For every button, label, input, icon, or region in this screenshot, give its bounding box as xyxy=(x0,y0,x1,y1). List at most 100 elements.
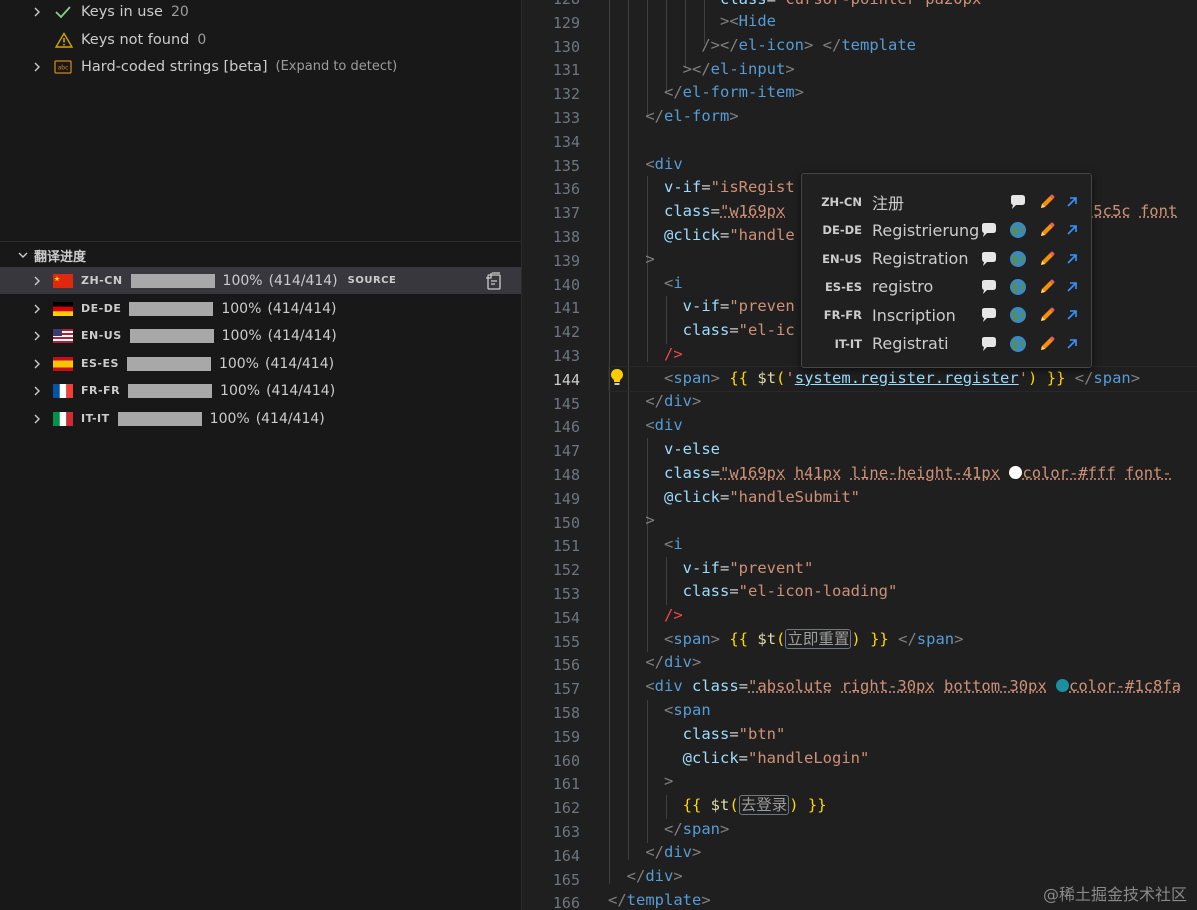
tree-item-count: 20 xyxy=(170,3,189,20)
translation-hover-popup[interactable]: ZH-CN 注册 DE-DE Registrierung EN-US Registrati… xyxy=(801,173,1092,368)
code-line: </div> xyxy=(645,653,702,671)
pencil-icon[interactable] xyxy=(1038,306,1056,324)
popup-translation: Inscription xyxy=(872,305,956,325)
code-line: class="btn" xyxy=(682,725,786,743)
chevron-right-icon[interactable] xyxy=(30,329,44,343)
open-link-icon[interactable] xyxy=(1063,221,1081,239)
line-number: 130 xyxy=(552,37,580,56)
pencil-icon[interactable] xyxy=(1038,221,1056,239)
code-line: </div> xyxy=(626,867,683,885)
line-number: 164 xyxy=(552,846,580,865)
open-link-icon[interactable] xyxy=(1063,250,1081,268)
open-link-icon[interactable] xyxy=(1063,193,1081,211)
chevron-right-icon[interactable] xyxy=(30,274,44,288)
line-number: 159 xyxy=(552,727,580,746)
lang-row-es-es[interactable]: ES-ES 100% (414/414) xyxy=(0,350,521,377)
lang-row-it-it[interactable]: IT-IT 100% (414/414) xyxy=(0,405,521,432)
lang-code: FR-FR xyxy=(81,384,121,397)
comment-icon[interactable] xyxy=(980,221,998,239)
globe-icon[interactable] xyxy=(1009,250,1027,268)
popup-row-de-de: DE-DE Registrierung xyxy=(802,216,1091,244)
globe-icon[interactable] xyxy=(1009,335,1027,353)
chevron-right-icon[interactable] xyxy=(30,302,44,316)
code-line: <span> {{ $t(立即重置) }} </span> xyxy=(664,629,964,649)
source-badge: SOURCE xyxy=(347,275,397,286)
code-line: <div class="absolute right-30px bottom-3… xyxy=(645,677,1182,695)
chevron-right-icon[interactable] xyxy=(30,60,44,74)
comment-icon[interactable] xyxy=(980,250,998,268)
lang-count: (414/414) xyxy=(268,272,338,289)
popup-lang-code: ZH-CN xyxy=(821,195,862,209)
open-file-icon[interactable] xyxy=(484,271,504,291)
pencil-icon[interactable] xyxy=(1038,193,1056,211)
line-number: 133 xyxy=(552,109,580,127)
lang-percent: 100% xyxy=(221,300,262,317)
tree-item-label: Hard-coded strings [beta] xyxy=(81,58,268,75)
comment-icon[interactable] xyxy=(980,335,998,353)
inline-translation-hint[interactable]: 去登录 xyxy=(738,795,790,815)
globe-icon[interactable] xyxy=(1009,306,1027,324)
code-editor[interactable]: 128129 130 131 132 133 134 135 136 137 138 139 140 1… xyxy=(522,0,1197,910)
color-swatch-icon[interactable] xyxy=(1009,466,1023,479)
globe-icon[interactable] xyxy=(1009,278,1027,296)
color-swatch-icon[interactable] xyxy=(1056,679,1070,692)
progress-bar xyxy=(130,273,215,288)
comment-icon[interactable] xyxy=(1009,193,1027,211)
lang-row-zh-cn[interactable]: ZH-CN 100% (414/414) SOURCE xyxy=(0,267,521,294)
popup-row-fr-fr: FR-FR Inscription xyxy=(802,301,1091,329)
chevron-down-icon[interactable] xyxy=(16,248,30,262)
comment-icon[interactable] xyxy=(980,306,998,324)
lang-code: ZH-CN xyxy=(81,274,123,287)
popup-translation: Registrierung xyxy=(872,220,980,240)
code-line: > xyxy=(664,772,674,790)
open-link-icon[interactable] xyxy=(1063,306,1081,324)
lang-percent: 100% xyxy=(220,382,261,399)
line-number: 162 xyxy=(552,799,580,818)
tree-item-keys-not-found[interactable]: Keys not found 0 xyxy=(0,26,521,53)
svg-text:abc: abc xyxy=(58,64,69,71)
section-header-progress[interactable]: 翻译进度 xyxy=(0,241,521,268)
pencil-icon[interactable] xyxy=(1038,250,1056,268)
tree-item-keys-in-use[interactable]: Keys in use 20 xyxy=(0,0,521,25)
open-link-icon[interactable] xyxy=(1063,278,1081,296)
flag-cn-icon xyxy=(53,273,73,288)
line-number: 140 xyxy=(552,275,580,294)
chevron-right-icon[interactable] xyxy=(30,357,44,371)
lang-count: (414/414) xyxy=(267,327,337,344)
code-line: v-else xyxy=(664,440,720,458)
popup-lang-code: DE-DE xyxy=(822,223,862,238)
line-number: 137 xyxy=(552,204,580,223)
popup-translation: registro xyxy=(872,277,934,297)
chevron-right-icon[interactable] xyxy=(30,384,44,398)
pencil-icon[interactable] xyxy=(1038,335,1056,353)
comment-icon[interactable] xyxy=(980,278,998,296)
inline-translation-hint[interactable]: 立即重置 xyxy=(785,629,852,649)
line-number: 139 xyxy=(552,251,580,270)
open-link-icon[interactable] xyxy=(1063,335,1081,353)
progress-bar xyxy=(129,328,214,343)
code-line: </template> xyxy=(608,891,711,909)
line-number: 135 xyxy=(552,156,580,175)
code-line: > xyxy=(645,250,655,268)
tree-item-label: Keys in use xyxy=(81,3,163,20)
lang-count: (414/414) xyxy=(264,355,335,372)
lang-code: DE-DE xyxy=(81,302,122,315)
tree-item-hardcoded-strings[interactable]: abc Hard-coded strings [beta] (Expand to… xyxy=(0,53,521,80)
lang-row-fr-fr[interactable]: FR-FR 100% (414/414) xyxy=(0,377,521,404)
line-number: 157 xyxy=(552,680,580,699)
line-number: 136 xyxy=(552,180,580,199)
chevron-right-icon[interactable] xyxy=(30,412,44,426)
lang-row-en-us[interactable]: EN-US 100% (414/414) xyxy=(0,322,521,349)
check-icon xyxy=(54,4,72,20)
code-line: v-if="isRegist xyxy=(664,178,795,196)
line-number: 151 xyxy=(552,537,580,556)
line-number: 155 xyxy=(552,632,580,651)
lang-row-de-de[interactable]: DE-DE 100% (414/414) xyxy=(0,295,521,322)
code-line: </span> xyxy=(664,820,730,838)
pencil-icon[interactable] xyxy=(1038,278,1056,296)
line-number: 163 xyxy=(552,823,580,841)
chevron-right-icon[interactable] xyxy=(30,5,44,19)
globe-icon[interactable] xyxy=(1009,221,1027,239)
i18n-key-reference[interactable]: system.register.register xyxy=(795,369,1019,387)
code-line: ></el-input> xyxy=(682,60,795,78)
